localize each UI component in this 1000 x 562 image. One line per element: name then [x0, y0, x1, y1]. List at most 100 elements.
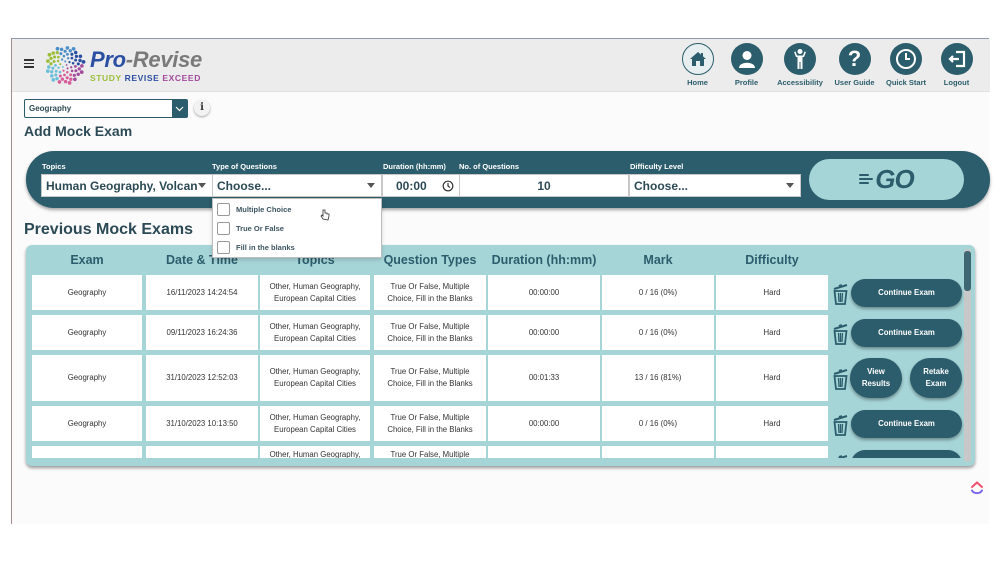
continue-exam-button[interactable]: Continue Exam [851, 409, 962, 438]
option-fill-in-the-blanks[interactable]: Fill in the blanks [213, 238, 381, 256]
trash-icon[interactable] [832, 414, 849, 436]
continue-exam-button[interactable]: Continue Exam [851, 318, 962, 347]
question-type-select[interactable]: Choose... [212, 174, 382, 197]
caret-down-icon [198, 183, 206, 188]
logout-icon [940, 43, 973, 75]
cell-datetime: 16/11/2023 14:24:54 [146, 275, 258, 310]
cell-topics: Other, Human Geography, European Capital… [260, 446, 370, 458]
cell-mark: 0 / 16 (0%) [602, 315, 714, 350]
go-button[interactable]: GO [809, 159, 964, 200]
num-questions-value: 10 [537, 178, 551, 193]
checkbox[interactable] [217, 221, 230, 235]
scrollbar-thumb[interactable] [964, 251, 971, 291]
cell-question-types: True Or False, Multiple Choice, Fill in … [374, 406, 486, 441]
subject-select[interactable]: Geography [24, 99, 188, 118]
table-body: Geography 16/11/2023 14:24:54 Other, Human… [26, 275, 966, 458]
previous-mock-exams-heading: Previous Mock Exams [24, 221, 193, 238]
nav-profile[interactable]: Profile [723, 43, 770, 87]
cell-duration [488, 446, 600, 458]
cell-duration: 00:00:00 [488, 406, 600, 441]
num-questions-input[interactable]: 10 [459, 174, 629, 197]
cell-exam [32, 446, 142, 458]
logo-brand-1: Pro [90, 47, 126, 72]
nav-logout-label: Logout [943, 78, 970, 87]
trash-icon[interactable] [832, 283, 849, 305]
tagline-study: STUDY [90, 73, 122, 83]
option-true-or-false[interactable]: True Or False [213, 219, 381, 237]
nav-user-guide[interactable]: ? User Guide [830, 43, 879, 87]
logo-title: Pro-Revise [90, 47, 202, 73]
menu-icon[interactable] [24, 57, 34, 71]
nav-profile-label: Profile [734, 78, 759, 87]
column-header-difficulty: Difficulty [745, 253, 799, 267]
difficulty-label: Difficulty Level [630, 162, 684, 171]
table-row: Other, Human Geography, European Capital… [26, 446, 966, 458]
nav-accessibility[interactable]: Accessibility [772, 43, 828, 87]
question-type-value: Choose... [217, 178, 272, 193]
nav-logout[interactable]: Logout [933, 43, 980, 87]
cell-question-types: True Or False, Multiple Choice, Fill in … [374, 275, 486, 310]
cell-duration: 00:00:00 [488, 315, 600, 350]
duration-input[interactable]: 00:00 [382, 174, 460, 197]
continue-exam-button[interactable]: Continue Exam [851, 449, 962, 458]
pro-revise-logo[interactable]: Pro-Revise STUDY REVISE EXCEED [44, 43, 224, 89]
info-icon[interactable]: i [194, 100, 210, 116]
trash-icon[interactable] [832, 368, 849, 390]
retake-exam-button[interactable]: Retake Exam [910, 358, 962, 398]
cell-exam: Geography [32, 315, 142, 350]
nav-quick-start[interactable]: Quick Start [881, 43, 931, 87]
column-header-question-types: Question Types [383, 253, 477, 267]
tagline-revise: REVISE [124, 73, 160, 83]
cell-question-types: True Or False, Multiple Choice, Fill in … [374, 355, 486, 401]
column-header-exam: Exam [70, 253, 104, 267]
cell-exam: Geography [32, 275, 142, 310]
duration-value: 00:00 [396, 178, 427, 193]
cell-topics: Other, Human Geography, European Capital… [260, 355, 370, 401]
caret-down-icon [367, 183, 375, 188]
option-multiple-choice[interactable]: Multiple Choice [213, 200, 381, 218]
topics-select[interactable]: Human Geography, Volcanoes [41, 174, 213, 197]
cell-duration: 00:00:00 [488, 275, 600, 310]
cell-datetime [146, 446, 258, 458]
nav-user-guide-label: User Guide [834, 78, 875, 87]
cell-question-types: True Or False, Multiple Choice, Fill in … [374, 315, 486, 350]
trash-icon[interactable] [832, 454, 849, 458]
table-row: Geography 31/10/2023 10:13:50 Other, Human… [26, 406, 966, 441]
cell-difficulty: Hard [716, 315, 828, 350]
nav-quick-start-label: Quick Start [885, 78, 926, 87]
cell-mark [602, 446, 714, 458]
topics-label: Topics [42, 162, 66, 171]
cell-topics: Other, Human Geography, European Capital… [260, 275, 370, 310]
checkbox[interactable] [217, 240, 230, 254]
clickup-icon[interactable] [970, 480, 984, 496]
app-header: Pro-Revise STUDY REVISE EXCEED Home Prof… [12, 39, 990, 92]
trash-icon[interactable] [832, 323, 849, 345]
previous-exams-table: Exam Date & Time Topics Question Types D… [26, 245, 975, 466]
nav-home[interactable]: Home [674, 43, 721, 87]
subject-select-value: Geography [29, 104, 72, 113]
clock-icon [442, 180, 454, 191]
go-label: GO [875, 164, 914, 194]
accessibility-icon [784, 43, 816, 75]
globe-logo-icon [45, 46, 86, 85]
table-scrollbar[interactable] [964, 249, 971, 462]
chevron-down-icon [172, 100, 187, 117]
cell-difficulty [716, 446, 828, 458]
cell-datetime: 31/10/2023 12:52:03 [146, 355, 258, 401]
continue-exam-button[interactable]: Continue Exam [851, 278, 962, 307]
home-icon [681, 43, 714, 75]
cell-difficulty: Hard [716, 406, 828, 441]
question-type-dropdown: Multiple Choice True Or False Fill in th… [212, 198, 382, 258]
user-icon [730, 43, 763, 75]
table-row: Geography 31/10/2023 12:52:03 Other, Human… [26, 355, 966, 401]
checkbox[interactable] [217, 202, 230, 216]
cell-difficulty: Hard [716, 275, 828, 310]
cell-topics: Other, Human Geography, European Capital… [260, 406, 370, 441]
option-label: True Or False [236, 223, 284, 233]
cell-exam: Geography [32, 406, 142, 441]
cell-mark: 13 / 16 (81%) [602, 355, 714, 401]
difficulty-select[interactable]: Choose... [629, 174, 801, 197]
app-window: Pro-Revise STUDY REVISE EXCEED Home Prof… [11, 38, 990, 524]
view-results-button[interactable]: View Results [850, 358, 902, 398]
column-header-mark: Mark [643, 253, 673, 267]
